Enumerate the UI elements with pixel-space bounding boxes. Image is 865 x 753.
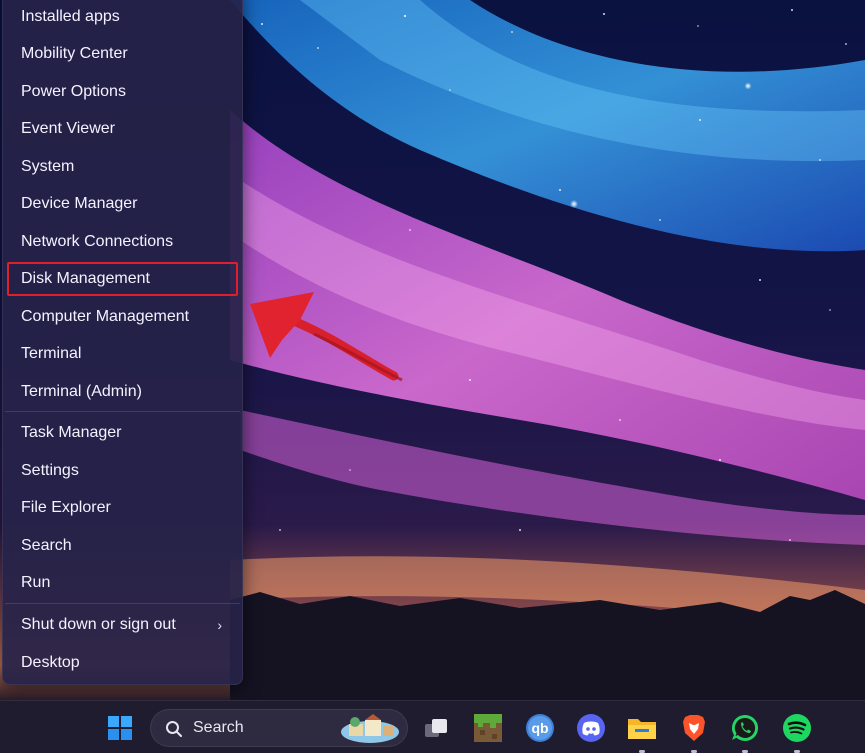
menu-item-search[interactable]: Search — [7, 529, 238, 563]
start-button[interactable] — [101, 709, 139, 747]
menu-item-disk-management[interactable]: Disk Management — [7, 262, 238, 296]
taskbar: Search qb — [0, 700, 865, 753]
taskbar-search-box[interactable]: Search — [150, 709, 408, 747]
chevron-right-icon: › — [217, 617, 222, 633]
task-view-icon — [425, 719, 447, 737]
annotation-arrow-icon — [244, 280, 414, 390]
menu-item-mobility-center[interactable]: Mobility Center — [7, 37, 238, 71]
discord-icon — [577, 714, 605, 742]
menu-item-network-connections[interactable]: Network Connections — [7, 225, 238, 259]
search-icon — [166, 721, 182, 737]
menu-item-run[interactable]: Run — [7, 566, 238, 600]
menu-separator — [5, 411, 240, 412]
whatsapp-button[interactable] — [726, 709, 764, 747]
menu-item-label: Shut down or sign out — [21, 616, 176, 633]
start-windows-icon — [108, 716, 132, 740]
menu-item-device-manager[interactable]: Device Manager — [7, 187, 238, 221]
file-explorer-icon — [628, 719, 656, 739]
qbittorrent-button[interactable]: qb — [521, 709, 559, 747]
spotify-button[interactable] — [778, 709, 816, 747]
menu-item-file-explorer[interactable]: File Explorer — [7, 491, 238, 525]
menu-item-shut-down-or-sign-out[interactable]: Shut down or sign out › — [7, 608, 238, 642]
menu-item-terminal[interactable]: Terminal — [7, 337, 238, 371]
search-highlight-icon — [341, 714, 399, 743]
brave-button[interactable] — [675, 709, 713, 747]
minecraft-button[interactable] — [469, 709, 507, 747]
menu-separator — [5, 603, 240, 604]
menu-item-terminal-admin[interactable]: Terminal (Admin) — [7, 375, 238, 409]
menu-item-power-options[interactable]: Power Options — [7, 75, 238, 109]
menu-item-task-manager[interactable]: Task Manager — [7, 416, 238, 450]
menu-item-installed-apps[interactable]: Installed apps — [7, 0, 238, 34]
menu-item-system[interactable]: System — [7, 150, 238, 184]
menu-item-computer-management[interactable]: Computer Management — [7, 300, 238, 334]
qbittorrent-label: qb — [531, 720, 548, 736]
menu-item-desktop[interactable]: Desktop — [7, 646, 238, 680]
menu-item-event-viewer[interactable]: Event Viewer — [7, 112, 238, 146]
menu-item-settings[interactable]: Settings — [7, 454, 238, 488]
brave-browser-icon — [683, 715, 705, 741]
winx-context-menu: Installed apps Mobility Center Power Opt… — [2, 0, 243, 685]
task-view-button[interactable] — [417, 709, 455, 747]
whatsapp-icon — [731, 714, 759, 741]
qbittorrent-icon: qb — [526, 714, 554, 742]
spotify-icon — [783, 714, 811, 742]
minecraft-icon — [474, 714, 502, 742]
file-explorer-button[interactable] — [623, 709, 661, 747]
discord-button[interactable] — [572, 709, 610, 747]
search-label: Search — [193, 719, 244, 736]
